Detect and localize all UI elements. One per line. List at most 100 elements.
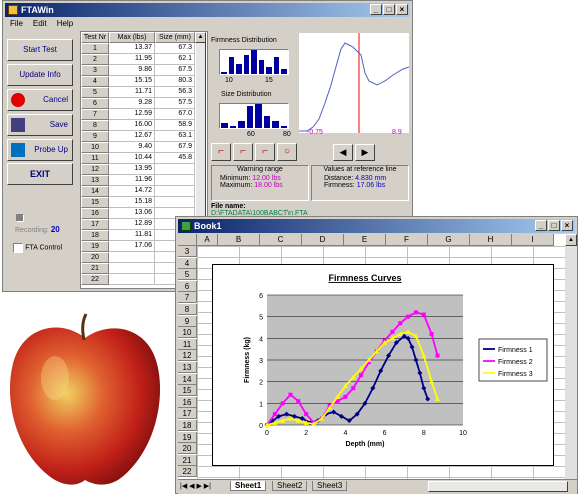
row-header[interactable]: 22 [178,466,197,478]
table-row-number[interactable]: 20 [81,252,109,263]
row-header[interactable]: 20 [178,443,197,455]
minimize-button[interactable]: _ [370,4,382,15]
table-row-number[interactable]: 15 [81,197,109,208]
excel-minimize-button[interactable]: _ [535,220,547,231]
table-cell-max[interactable]: 12.59 [109,109,155,120]
tab-sheet2[interactable]: Sheet2 [272,481,308,491]
table-cell-size[interactable] [155,175,195,186]
table-cell-size[interactable]: 67.0 [155,109,195,120]
tab-scroll-buttons[interactable]: |◀ ◀ ▶ ▶| [180,482,211,490]
table-cell-max[interactable]: 9.28 [109,98,155,109]
table-cell-max[interactable]: 11.71 [109,87,155,98]
table-row-number[interactable]: 5 [81,87,109,98]
table-row-number[interactable]: 16 [81,208,109,219]
hscroll-bar[interactable] [428,481,568,492]
row-header[interactable]: 18 [178,420,197,431]
close-button[interactable]: × [396,4,408,15]
table-row-number[interactable]: 1 [81,43,109,54]
table-cell-size[interactable]: 45.8 [155,153,195,164]
row-header[interactable]: 12 [178,350,197,362]
column-header[interactable]: H [470,234,512,246]
table-cell-max[interactable]: 13.95 [109,164,155,175]
curve-tool-1-button[interactable]: ⌐ [211,143,231,161]
table-cell-max[interactable]: 16.00 [109,120,155,131]
chart-object[interactable]: Firmness Curves 0 1 2 3 4 5 6 0 2 4 6 8 10 Depth (mm) F… [212,264,554,466]
table-cell-max[interactable]: 13.06 [109,208,155,219]
row-header[interactable]: 21 [178,454,197,466]
row-header[interactable]: 4 [178,257,197,269]
row-header[interactable]: 11 [178,338,197,350]
table-cell-max[interactable]: 9.40 [109,142,155,153]
column-header[interactable]: E [344,234,386,246]
table-cell-size[interactable]: 67.5 [155,65,195,76]
curve-tool-3-button[interactable]: ⌐ [255,143,275,161]
row-header[interactable]: 9 [178,315,197,327]
cancel-button[interactable]: Cancel [7,89,73,111]
table-row-number[interactable]: 7 [81,109,109,120]
menu-file[interactable]: File [10,19,23,28]
table-row-number[interactable]: 3 [81,65,109,76]
table-cell-size[interactable]: 58.9 [155,120,195,131]
row-header[interactable]: 13 [178,362,197,373]
table-cell-size[interactable]: 67.3 [155,43,195,54]
table-row-number[interactable]: 10 [81,142,109,153]
table-row-number[interactable]: 9 [81,131,109,142]
table-row-number[interactable]: 17 [81,219,109,230]
table-row-number[interactable]: 6 [81,98,109,109]
row-header[interactable]: 17 [178,408,197,420]
table-cell-max[interactable] [109,274,155,285]
table-cell-size[interactable]: 67.9 [155,142,195,153]
table-cell-size[interactable] [155,164,195,175]
menu-edit[interactable]: Edit [33,19,47,28]
scroll-up-button[interactable]: ▲ [195,32,206,43]
column-header[interactable]: I [512,234,554,246]
table-cell-size[interactable]: 57.5 [155,98,195,109]
table-row-number[interactable]: 19 [81,241,109,252]
tab-sheet1[interactable]: Sheet1 [230,481,267,491]
row-header[interactable]: 16 [178,396,197,408]
table-cell-size[interactable]: 80.3 [155,76,195,87]
column-header[interactable]: G [428,234,470,246]
table-cell-size[interactable]: 63.1 [155,131,195,142]
ftawin-titlebar[interactable]: FTAWin _ □ × [5,3,410,17]
row-header[interactable]: 6 [178,280,197,292]
curve-tool-2-button[interactable]: ⌐ [233,143,253,161]
update-info-button[interactable]: Update Info [7,64,73,86]
table-cell-max[interactable]: 12.89 [109,219,155,230]
curve-tool-4-button[interactable]: ○ [277,143,297,161]
table-row-number[interactable]: 12 [81,164,109,175]
table-cell-max[interactable]: 11.81 [109,230,155,241]
menu-help[interactable]: Help [57,19,73,28]
row-header[interactable]: 5 [178,269,197,281]
row-header[interactable]: 7 [178,292,197,304]
table-cell-size[interactable]: 62.1 [155,54,195,65]
start-test-button[interactable]: Start Test [7,39,73,61]
excel-titlebar[interactable]: Book1 _ □ × [178,219,575,233]
table-row-number[interactable]: 11 [81,153,109,164]
row-header[interactable]: 3 [178,246,197,257]
table-cell-max[interactable]: 17.06 [109,241,155,252]
table-row-number[interactable]: 14 [81,186,109,197]
excel-maximize-button[interactable]: □ [548,220,560,231]
table-cell-max[interactable]: 11.95 [109,54,155,65]
column-header[interactable]: C [260,234,302,246]
row-header[interactable]: 19 [178,431,197,443]
next-button[interactable]: ▶ [355,144,375,161]
probe-up-button[interactable]: Probe Up [7,139,73,161]
exit-button[interactable]: EXIT [7,163,73,185]
table-row-number[interactable]: 8 [81,120,109,131]
table-row-number[interactable]: 18 [81,230,109,241]
table-row-number[interactable]: 4 [81,76,109,87]
table-cell-max[interactable] [109,252,155,263]
prev-button[interactable]: ◀ [333,144,353,161]
excel-close-button[interactable]: × [561,220,573,231]
table-row-number[interactable]: 2 [81,54,109,65]
table-cell-max[interactable]: 15.18 [109,197,155,208]
table-row-number[interactable]: 21 [81,263,109,274]
row-header[interactable]: 14 [178,373,197,385]
table-cell-max[interactable]: 11.96 [109,175,155,186]
save-button[interactable]: Save [7,114,73,136]
table-row-number[interactable]: 22 [81,274,109,285]
tab-sheet3[interactable]: Sheet3 [312,481,348,491]
table-cell-max[interactable]: 14.72 [109,186,155,197]
